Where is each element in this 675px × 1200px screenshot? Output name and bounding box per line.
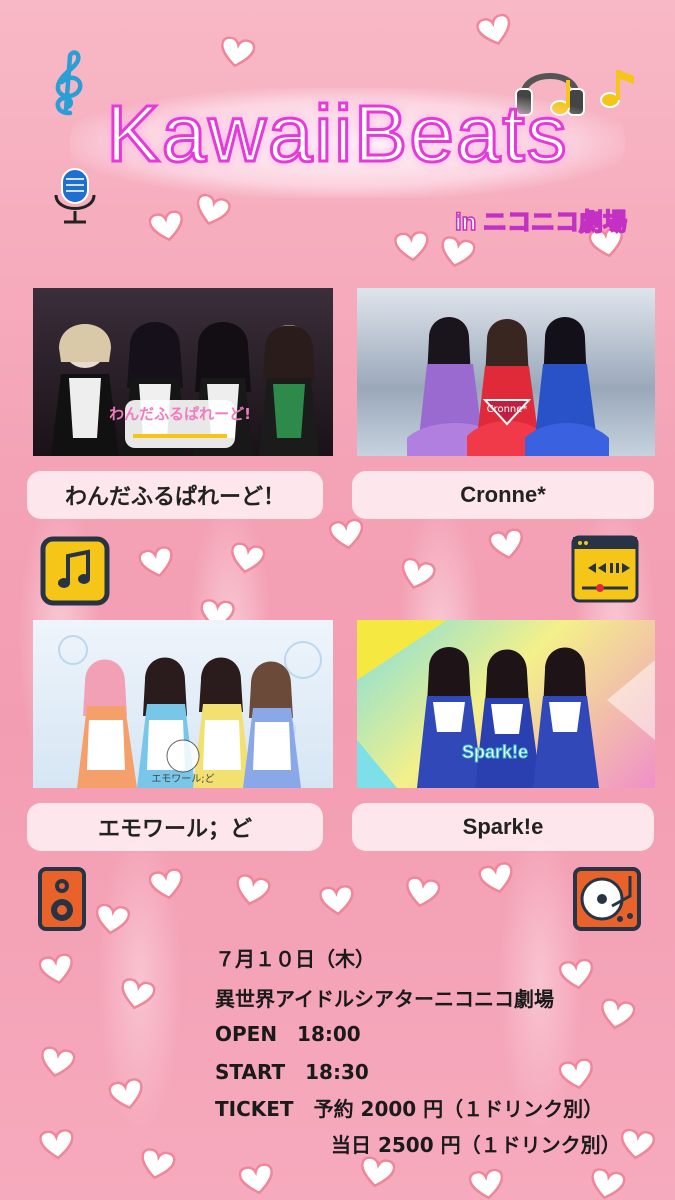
ticket-door-price: 当日 2500 円（１ドリンク別） xyxy=(331,1133,621,1157)
heart-icon xyxy=(137,545,176,581)
heart-icon xyxy=(397,556,438,594)
music-note-app-icon xyxy=(40,536,110,606)
event-subtitle: in ニコニコ劇場 xyxy=(454,208,628,237)
performer-photo-1: わんだふるぱれーど! xyxy=(33,288,333,456)
performer-name-1: わんだふるぱれーど！ xyxy=(27,471,323,519)
heart-icon xyxy=(218,35,257,70)
performer-photo-2: Cronne* xyxy=(357,288,655,456)
heart-icon xyxy=(477,861,516,897)
media-player-icon xyxy=(570,534,640,604)
event-title: KawaiiBeats xyxy=(105,88,569,180)
heart-icon xyxy=(475,12,516,50)
performer-name-label-2: Cronne* xyxy=(460,482,546,507)
heart-icon xyxy=(558,1057,597,1092)
heart-icon xyxy=(232,873,271,909)
performer-photo-4: Spark!e xyxy=(357,620,655,788)
event-poster: KawaiiBeats in ニコニコ劇場 わんだふるぱれーど! わんだふるぱれ… xyxy=(0,0,675,1200)
heart-icon xyxy=(137,1147,176,1183)
performer-name-label-4: Spark!e xyxy=(462,814,544,839)
heart-icon xyxy=(328,518,366,552)
heart-icon xyxy=(437,235,476,271)
heart-icon xyxy=(587,1167,626,1200)
heart-icon xyxy=(148,867,187,902)
heart-icon xyxy=(468,1168,506,1200)
heart-icon xyxy=(238,1162,277,1197)
heart-icon xyxy=(394,231,430,264)
performer-name-3: エモワール；ど xyxy=(27,803,323,851)
event-open-time: OPEN 18:00 xyxy=(215,1022,361,1046)
performer-logo-4: Spark!e xyxy=(462,742,528,762)
heart-icon xyxy=(598,997,637,1032)
performer-photo-3: エモワール;ど xyxy=(33,620,333,788)
performer-logo-2: Cronne* xyxy=(487,404,528,415)
performer-name-label-1: わんだふるぱれーど！ xyxy=(64,485,285,510)
heart-icon xyxy=(39,1129,75,1162)
heart-icon xyxy=(93,903,131,937)
heart-icon xyxy=(319,885,355,918)
heart-icon xyxy=(107,1077,146,1113)
heart-icon xyxy=(403,875,442,910)
performer-name-2: Cronne* xyxy=(352,471,654,519)
performer-name-4: Spark!e xyxy=(352,803,654,851)
event-start-time: START 18:30 xyxy=(215,1060,369,1084)
performer-name-label-3: エモワール；ど xyxy=(97,817,252,842)
heart-icon xyxy=(38,952,77,987)
heart-icon xyxy=(558,958,596,992)
ticket-advance-price: TICKET 予約 2000 円（１ドリンク別） xyxy=(215,1097,604,1121)
heart-icon xyxy=(618,1128,656,1162)
heart-icon xyxy=(488,527,527,562)
event-date: ７月１０日（木） xyxy=(215,947,375,971)
heart-icon xyxy=(228,541,267,576)
turntable-icon xyxy=(572,866,642,932)
performer-logo-3: エモワール;ど xyxy=(151,773,214,785)
speaker-icon xyxy=(37,866,87,932)
heart-icon xyxy=(38,1045,77,1080)
event-venue: 異世界アイドルシアターニコニコ劇場 xyxy=(215,987,554,1011)
heart-icon xyxy=(148,209,187,244)
heart-icon xyxy=(117,977,156,1013)
performer-logo-1: わんだふるぱれーど! xyxy=(109,405,251,423)
heart-icon xyxy=(358,1155,397,1190)
